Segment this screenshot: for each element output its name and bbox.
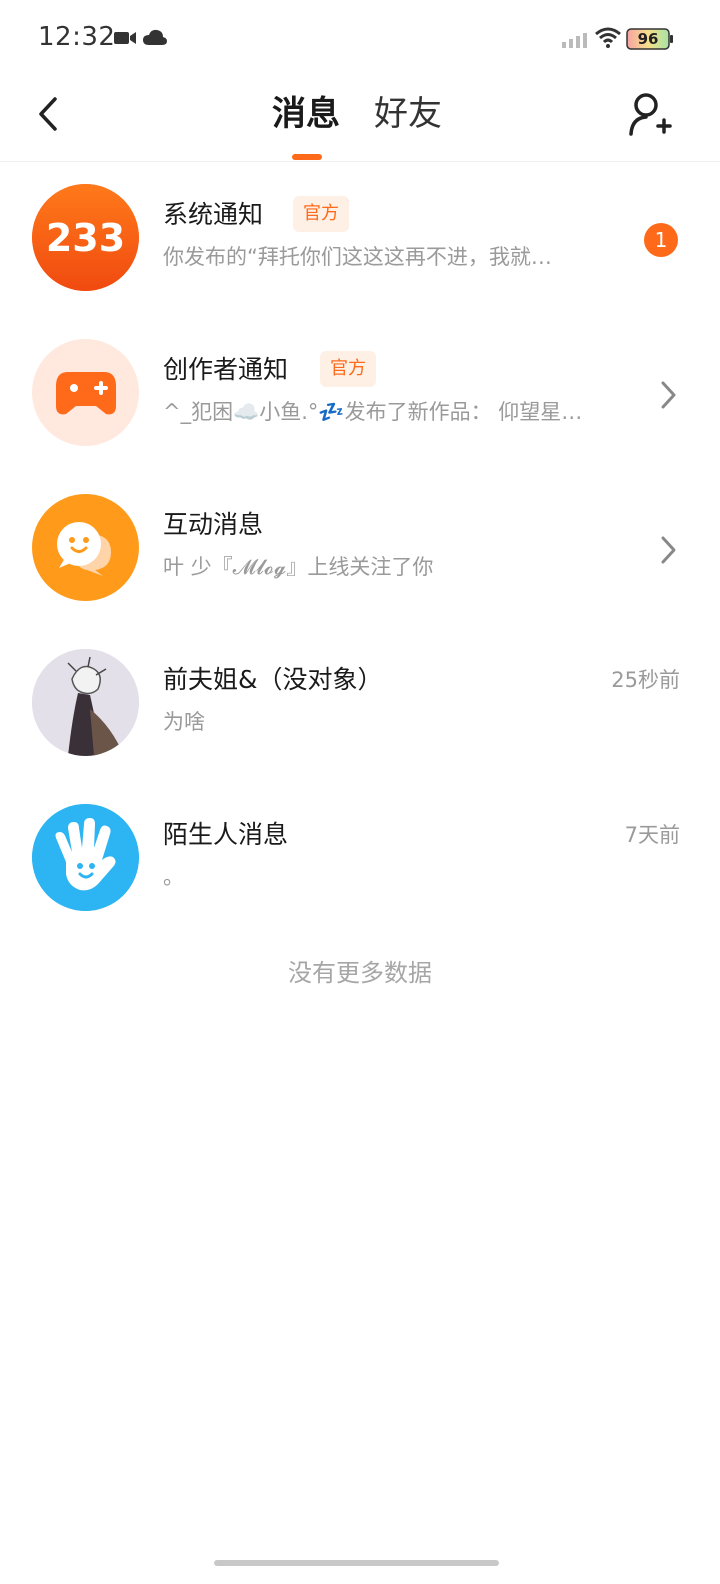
status-time: 12:32 [38, 22, 116, 52]
battery-icon: 96 [626, 28, 674, 50]
conversation-user[interactable]: 前夫姐&（没对象） 25秒前 为啥 [0, 627, 720, 782]
conversation-strangers[interactable]: 陌生人消息 7天前 。 [0, 782, 720, 937]
avatar-233-logo: 233 [32, 184, 139, 291]
conversation-name: 陌生人消息 [163, 820, 289, 849]
conversation-preview: 叶 少『𝓜𝓵𝓸𝓰』上线关注了你 [163, 555, 434, 579]
chevron-right-icon [661, 381, 676, 409]
avatar-gamepad [32, 339, 139, 446]
back-arrow-icon [39, 97, 57, 131]
video-camera-icon [114, 32, 136, 44]
add-friend-icon[interactable] [628, 92, 672, 138]
conversation-creator-notice[interactable]: 创作者通知 官方 ^_犯困☁️小鱼.°💤发布了新作品： 仰望星… [0, 317, 720, 472]
conversation-interactions[interactable]: 互动消息 叶 少『𝓜𝓵𝓸𝓰』上线关注了你 [0, 472, 720, 627]
wifi-icon [595, 27, 621, 48]
conversation-time: 7天前 [624, 823, 680, 847]
conversation-name: 前夫姐&（没对象） [163, 665, 383, 694]
back-button[interactable] [30, 94, 66, 134]
conversation-preview: ^_犯困☁️小鱼.°💤发布了新作品： 仰望星… [163, 400, 583, 424]
user-photo [32, 649, 139, 756]
home-indicator[interactable] [214, 1560, 499, 1566]
avatar-chat-bubble [32, 494, 139, 601]
avatar-user-photo [32, 649, 139, 756]
chevron-right-icon [661, 536, 676, 564]
conversation-preview: 。 [163, 865, 184, 889]
battery-level: 96 [637, 30, 659, 48]
conversation-name: 创作者通知 [163, 355, 289, 384]
gamepad-icon [55, 371, 116, 414]
unread-count-badge: 1 [644, 223, 678, 257]
top-nav: 消息 好友 [0, 76, 720, 162]
conversation-name: 系统通知 [163, 200, 264, 229]
status-bar: 12:32 96 [0, 0, 720, 76]
conversation-time: 25秒前 [611, 668, 680, 692]
conversation-preview: 为啥 [163, 710, 205, 734]
avatar-wave-hand [32, 804, 139, 911]
conversation-preview: 你发布的“拜托你们这这这再不进，我就… [163, 245, 552, 269]
svg-text:233: 233 [46, 216, 125, 260]
conversation-list: 233 系统通知 官方 你发布的“拜托你们这这这再不进，我就… 1 创作者通知 … [0, 162, 720, 937]
cloud-icon [143, 29, 167, 45]
official-badge: 官方 [320, 351, 376, 387]
official-badge: 官方 [293, 196, 349, 232]
wave-hand-icon [32, 804, 139, 911]
signal-icon [562, 33, 587, 48]
chat-bubble-icon [56, 521, 111, 576]
tab-messages[interactable]: 消息 [272, 94, 340, 134]
tab-indicator [292, 154, 322, 160]
tab-friends[interactable]: 好友 [374, 94, 442, 134]
no-more-data-label: 没有更多数据 [288, 959, 432, 987]
conversation-system-notice[interactable]: 233 系统通知 官方 你发布的“拜托你们这这这再不进，我就… 1 [0, 162, 720, 317]
conversation-name: 互动消息 [163, 510, 264, 539]
233-logo-icon: 233 [32, 184, 139, 291]
